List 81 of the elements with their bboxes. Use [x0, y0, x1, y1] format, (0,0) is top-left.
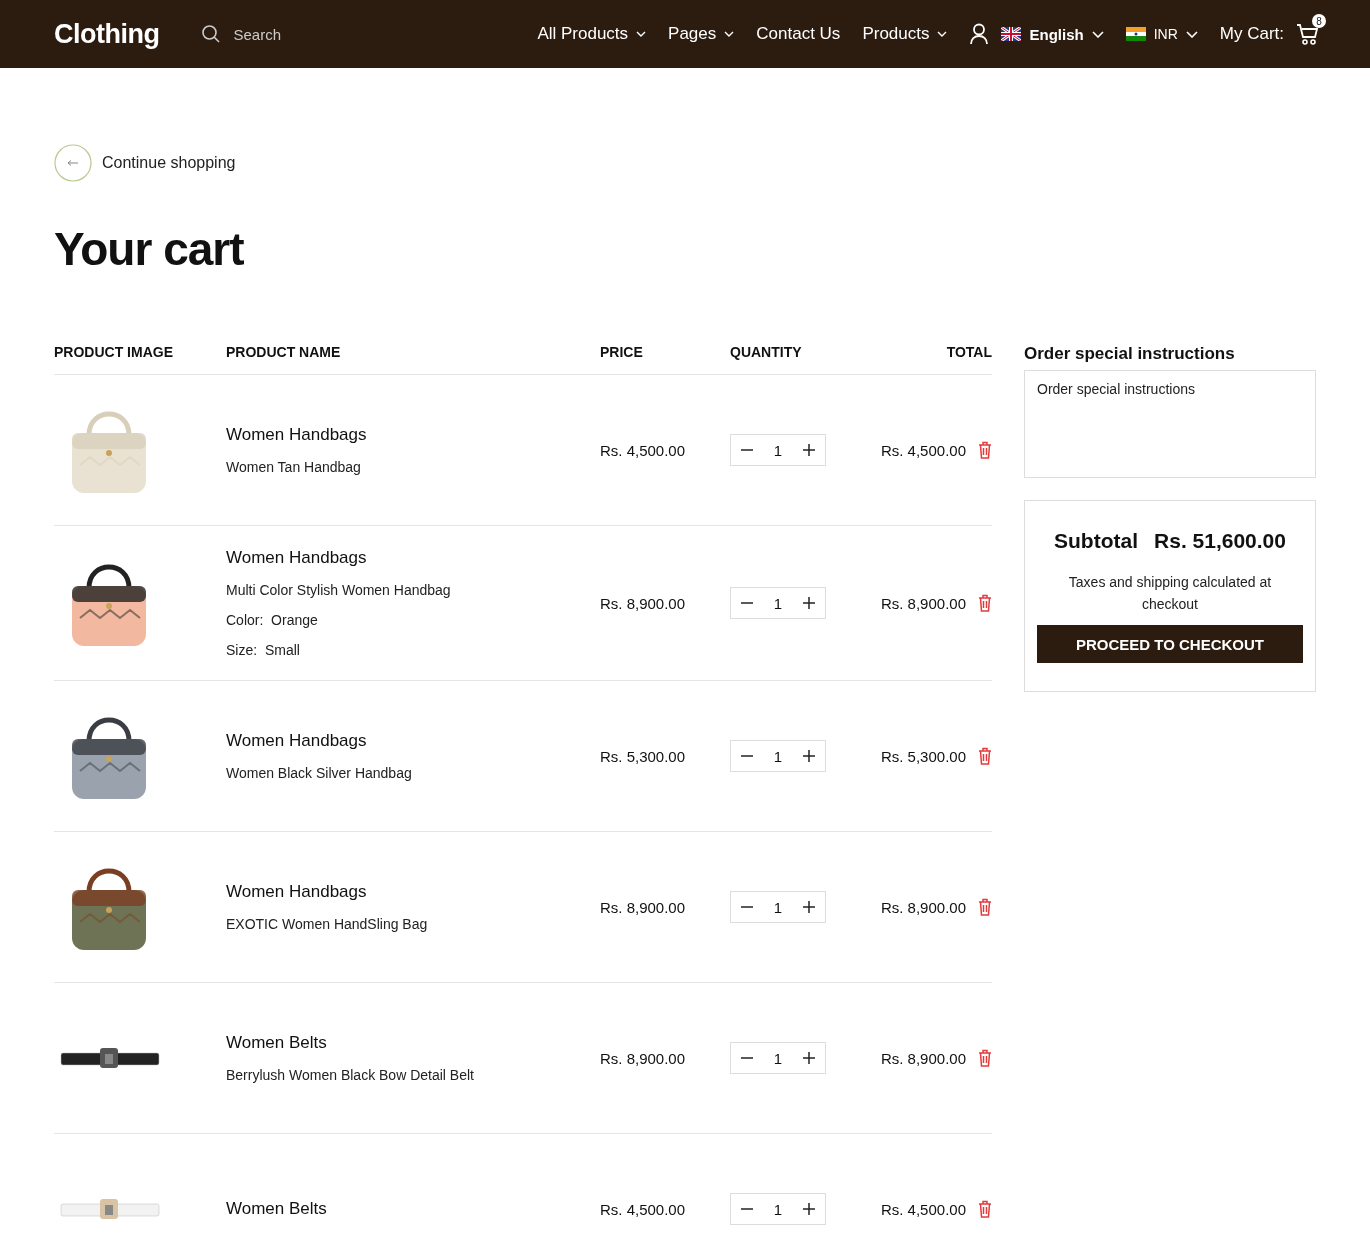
instructions-heading: Order special instructions	[1024, 344, 1236, 364]
column-header: QUANTITY	[730, 344, 803, 360]
quantity-stepper[interactable]: 1	[730, 1193, 826, 1225]
product-name[interactable]: Berrylush Women Black Bow Detail Belt	[226, 1067, 600, 1083]
trash-icon[interactable]	[978, 441, 992, 459]
subtotal-label: Subtotal	[1054, 529, 1139, 553]
product-name[interactable]: Women Black Silver Handbag	[226, 765, 600, 781]
quantity-value: 1	[773, 594, 783, 612]
search-field[interactable]: Search	[231, 24, 336, 44]
product-category[interactable]: Women Handbags	[226, 731, 600, 751]
product-option: Size: Small	[226, 642, 600, 658]
flag-icon	[1001, 27, 1022, 41]
quantity-stepper[interactable]: 1	[730, 587, 826, 619]
trash-icon[interactable]	[978, 1049, 992, 1067]
column-header: PRICE	[600, 344, 644, 360]
line-total: Rs. 5,300.00	[880, 747, 966, 765]
tax-note: Taxes and shipping calculated at checkout	[1067, 573, 1273, 614]
chevron-down-icon	[1185, 30, 1198, 38]
nav-link[interactable]: Products	[862, 24, 930, 44]
line-total: Rs. 8,900.00	[880, 1049, 966, 1067]
product-name[interactable]: Multi Color Stylish Women Handbag	[226, 582, 600, 598]
price-cell-text: Rs. 5,300.00	[600, 747, 687, 765]
checkout-button[interactable]: PROCEED TO CHECKOUT	[1037, 625, 1303, 663]
line-total: Rs. 8,900.00	[880, 898, 966, 916]
plus-icon[interactable]	[802, 1203, 815, 1215]
quantity-stepper[interactable]: 1	[730, 434, 826, 466]
page-title: Your cart	[54, 222, 245, 276]
product-category[interactable]: Women Belts	[226, 1199, 600, 1219]
chevron-down-icon[interactable]	[636, 31, 647, 37]
line-total: Rs. 4,500.00	[880, 1200, 966, 1218]
product-category[interactable]: Women Belts	[226, 1033, 600, 1053]
product-name[interactable]: EXOTIC Women HandSling Bag	[226, 916, 600, 932]
search-icon	[201, 24, 222, 44]
price-cell-text: Rs. 4,500.00	[600, 1200, 687, 1218]
flag-icon	[1125, 27, 1146, 41]
product-name[interactable]: Women Tan Handbag	[226, 459, 600, 475]
continue-shopping-link[interactable]: Continue shopping	[54, 144, 1316, 182]
quantity-stepper[interactable]: 1	[730, 1042, 826, 1074]
quantity-value: 1	[773, 1200, 783, 1218]
column-header: TOTAL	[945, 344, 992, 360]
product-category[interactable]: Women Handbags	[226, 548, 600, 568]
nav-link[interactable]: All Products	[537, 24, 629, 44]
quantity-value: 1	[773, 441, 783, 459]
price-cell-text: Rs. 8,900.00	[600, 1049, 687, 1067]
nav-link[interactable]: Pages	[668, 24, 717, 44]
trash-icon[interactable]	[978, 747, 992, 765]
quantity-value: 1	[773, 898, 783, 916]
plus-icon[interactable]	[802, 597, 815, 609]
plus-icon[interactable]	[802, 1052, 815, 1064]
quantity-stepper[interactable]: 1	[730, 740, 826, 772]
currency-selector[interactable]: INR	[1125, 26, 1198, 42]
column-header: PRODUCT IMAGE	[54, 344, 174, 360]
trash-icon[interactable]	[978, 1200, 992, 1218]
product-category[interactable]: Women Handbags	[226, 882, 600, 902]
cart-count-badge: 8	[1312, 14, 1326, 28]
quantity-stepper[interactable]: 1	[730, 891, 826, 923]
user-icon[interactable]	[969, 23, 990, 45]
chevron-down-icon	[1091, 30, 1104, 38]
plus-icon[interactable]	[802, 444, 815, 456]
price-cell-text: Rs. 4,500.00	[600, 441, 687, 459]
cart-link[interactable]: My Cart:	[1219, 24, 1284, 44]
plus-icon[interactable]	[802, 750, 815, 762]
instructions-field[interactable]: Order special instructions	[1024, 370, 1316, 478]
chevron-down-icon[interactable]	[724, 31, 735, 37]
store-logo[interactable]: Clothing	[54, 18, 160, 50]
quantity-value: 1	[773, 1049, 783, 1067]
plus-icon[interactable]	[802, 901, 815, 913]
nav-link[interactable]: Contact Us	[756, 24, 841, 44]
quantity-value: 1	[773, 747, 783, 765]
price-cell-text: Rs. 8,900.00	[600, 594, 687, 612]
line-total: Rs. 8,900.00	[880, 594, 966, 612]
product-category[interactable]: Women Handbags	[226, 425, 600, 445]
column-header: PRODUCT NAME	[226, 344, 342, 360]
line-total: Rs. 4,500.00	[880, 441, 966, 459]
trash-icon[interactable]	[978, 594, 992, 612]
product-option: Color: Orange	[226, 612, 600, 628]
subtotal-amount: Rs. 51,600.00	[1154, 529, 1286, 553]
language-selector[interactable]: English	[1001, 25, 1104, 43]
price-cell-text: Rs. 8,900.00	[600, 898, 687, 916]
chevron-down-icon[interactable]	[937, 31, 948, 37]
trash-icon[interactable]	[978, 898, 992, 916]
